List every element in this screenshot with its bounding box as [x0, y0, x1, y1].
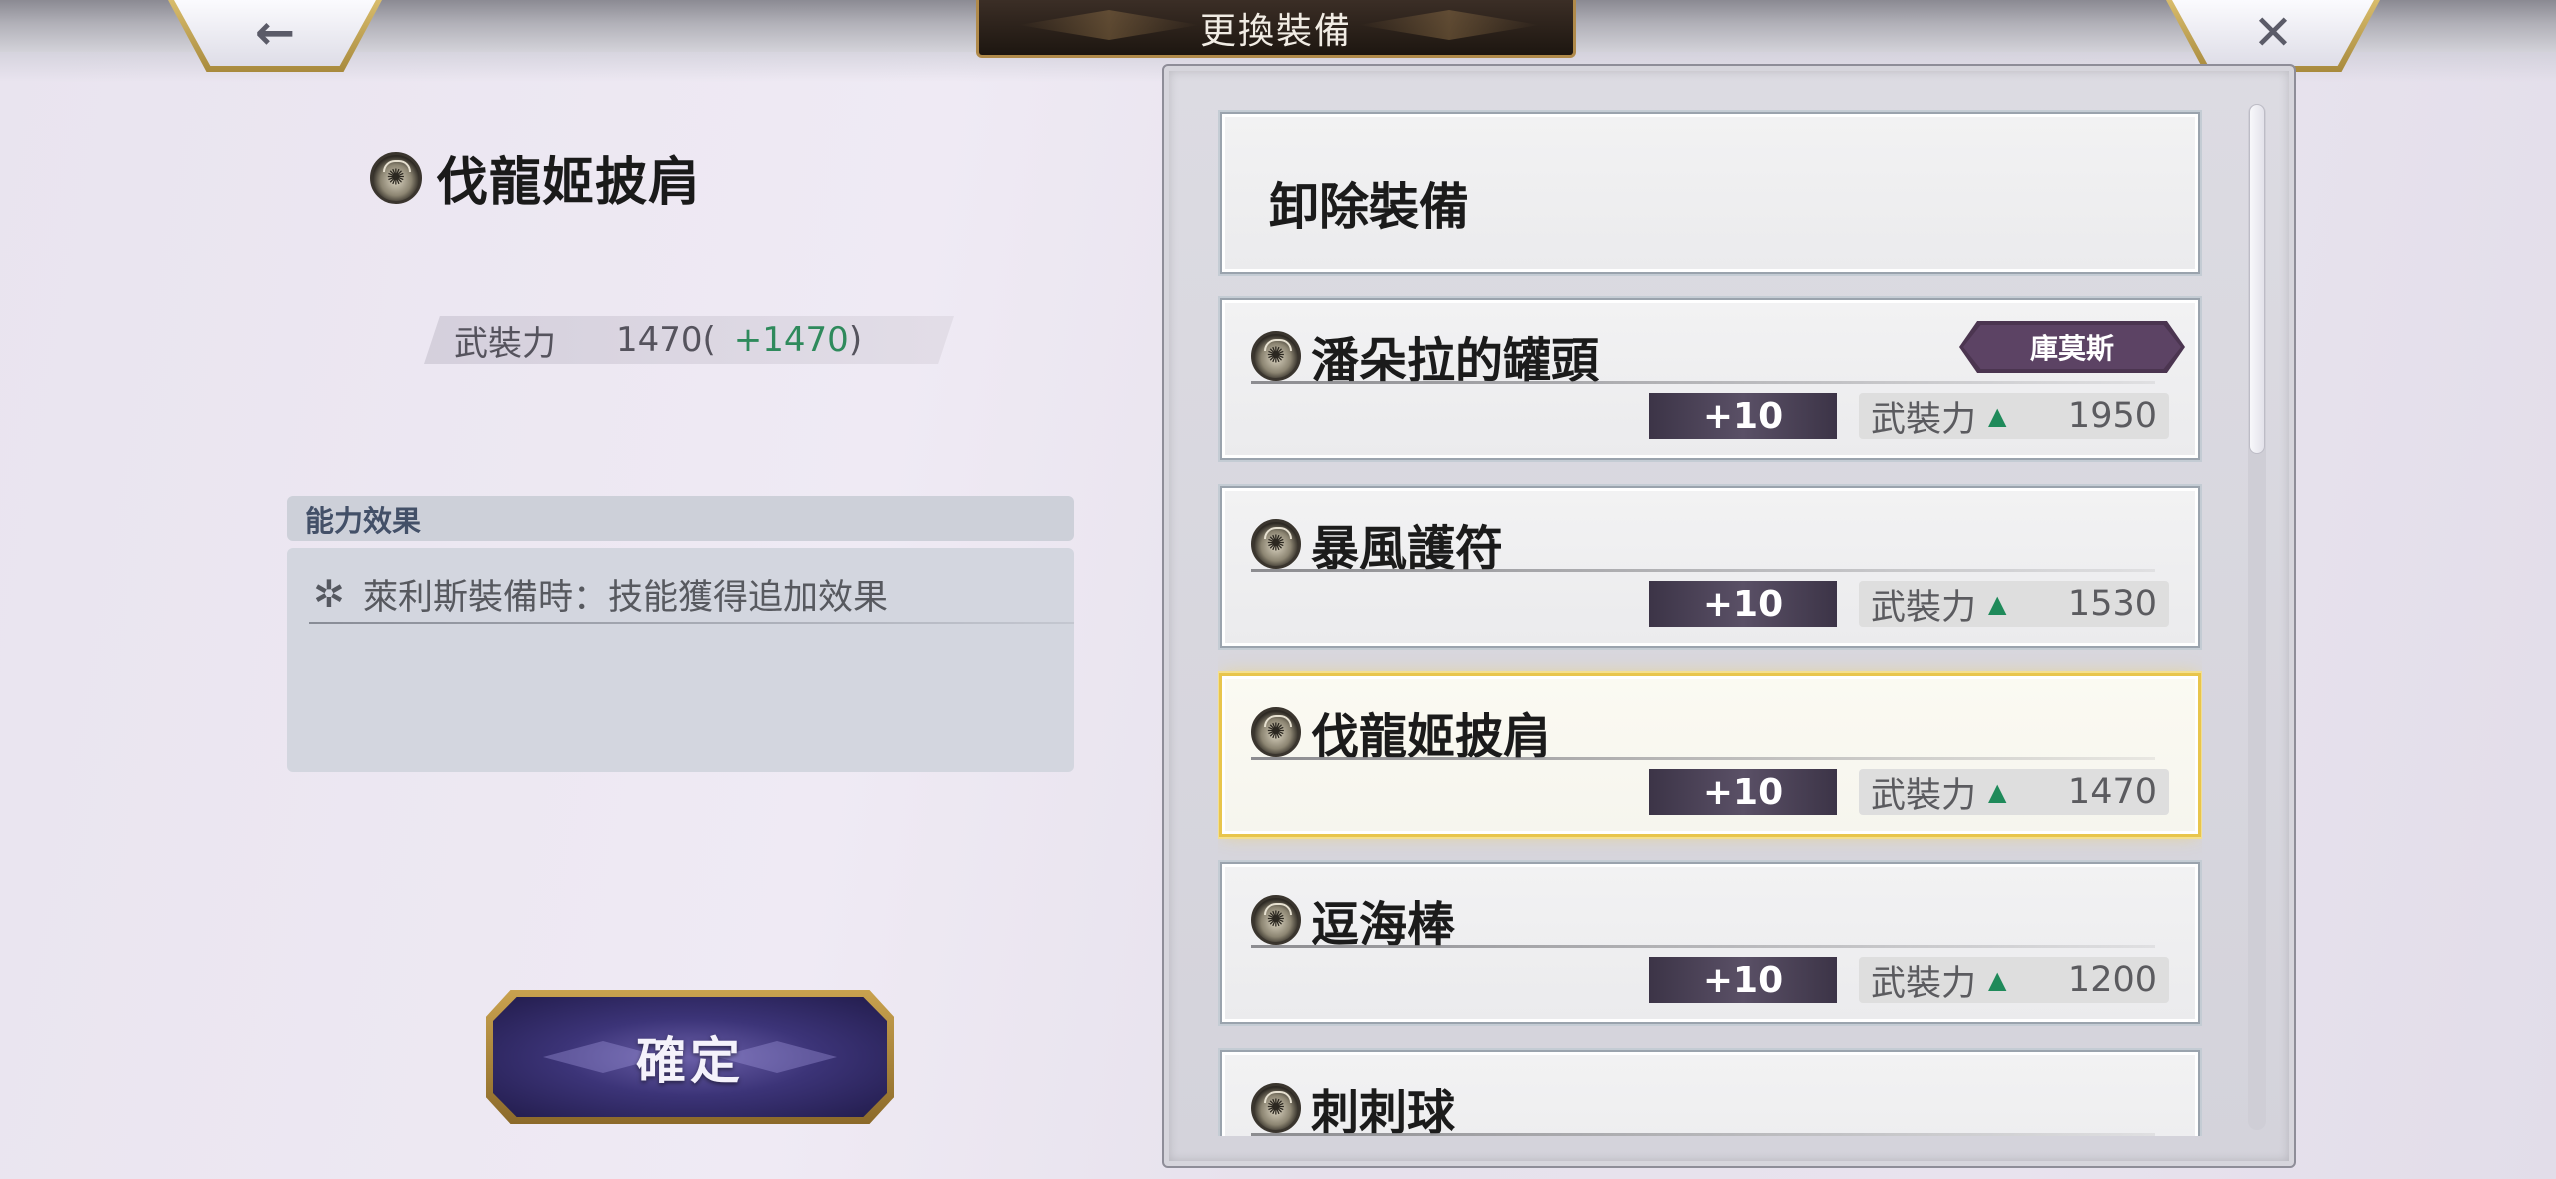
divider: [1251, 381, 2155, 384]
confirm-label: 確定: [636, 1031, 744, 1090]
ability-body: ✲ 萊利斯裝備時：技能獲得追加效果: [287, 548, 1074, 772]
close-icon: ✕: [2252, 5, 2294, 61]
confirm-button[interactable]: 確定: [486, 990, 894, 1124]
divider: [1251, 757, 2155, 760]
equipment-name: 刺刺球: [1311, 1085, 1456, 1136]
ability-header: 能力效果: [287, 496, 1074, 541]
selected-power-bar: 武裝力 1470( +1470 ): [424, 316, 954, 364]
unequip-label: 卸除裝備: [1269, 177, 1469, 236]
power-value: 1530: [2067, 584, 2157, 624]
power-value: 1950: [2067, 396, 2157, 436]
power-value: 1200: [2067, 960, 2157, 1000]
scrollbar-thumb[interactable]: [2249, 104, 2265, 454]
power-value: 1470(: [616, 320, 716, 360]
power-box: 武裝力 ▲ 1950: [1859, 393, 2169, 440]
equipment-card-selected[interactable]: 伐龍姬披肩 +10 武裝力 ▲ 1470: [1219, 673, 2201, 837]
power-label: 武裝力: [1871, 399, 1977, 440]
accessory-pouch-icon: [370, 151, 422, 204]
power-label: 武裝力: [1871, 775, 1977, 816]
enhance-level-badge: +10: [1649, 581, 1837, 627]
ability-line: ✲ 萊利斯裝備時：技能獲得追加效果: [309, 568, 1074, 624]
up-arrow-icon: ▲: [1988, 778, 2007, 806]
selected-equipment-name: 伐龍姬披肩: [436, 152, 702, 213]
enhance-level-badge: +10: [1649, 393, 1837, 439]
enhance-level-badge: +10: [1649, 769, 1837, 815]
accessory-pouch-icon: [1251, 519, 1301, 569]
power-box: 武裝力 ▲ 1470: [1859, 769, 2169, 816]
accessory-pouch-icon: [1251, 331, 1301, 381]
power-box: 武裝力 ▲ 1530: [1859, 581, 2169, 628]
title-deco-left: [1019, 10, 1199, 40]
power-value: 1470: [2067, 772, 2157, 812]
enhance-level-badge: +10: [1649, 957, 1837, 1003]
equipment-list[interactable]: 卸除裝備 潘朵拉的罐頭 庫莫斯 +10 武裝力 ▲ 1950 暴風護符 +10 …: [1218, 110, 2202, 1136]
ability-text: 萊利斯裝備時：技能獲得追加效果: [363, 577, 889, 618]
up-arrow-icon: ▲: [1988, 402, 2007, 430]
equipment-card[interactable]: 逗海棒 +10 武裝力 ▲ 1200: [1220, 862, 2200, 1024]
divider: [1251, 945, 2155, 948]
power-bonus: +1470: [733, 320, 849, 360]
equipment-card[interactable]: 潘朵拉的罐頭 庫莫斯 +10 武裝力 ▲ 1950: [1220, 298, 2200, 460]
power-label: 武裝力: [1871, 963, 1977, 1004]
divider: [1251, 569, 2155, 572]
close-button[interactable]: ✕: [2166, 0, 2380, 72]
accessory-pouch-icon: [1251, 1083, 1301, 1133]
selected-equipment-header: 伐龍姬披肩: [370, 140, 701, 215]
power-label: 武裝力: [1871, 587, 1977, 628]
up-arrow-icon: ▲: [1988, 590, 2007, 618]
ability-header-label: 能力效果: [305, 503, 422, 538]
character-tag: 庫莫斯: [1959, 321, 2185, 373]
character-tag-label: 庫莫斯: [2029, 332, 2114, 365]
title-tab: 更換裝備: [976, 0, 1576, 58]
power-label: 武裝力: [454, 323, 556, 364]
power-close-paren: ): [848, 320, 863, 360]
back-button[interactable]: ←: [168, 0, 382, 72]
title-deco-right: [1359, 10, 1539, 40]
up-arrow-icon: ▲: [1988, 966, 2007, 994]
equipment-card[interactable]: 刺刺球: [1220, 1050, 2200, 1136]
power-box: 武裝力 ▲ 1200: [1859, 957, 2169, 1004]
accessory-pouch-icon: [1251, 707, 1301, 757]
spark-icon: ✲: [313, 572, 345, 616]
page-title: 更換裝備: [1199, 10, 1352, 52]
back-arrow-icon: ←: [254, 5, 296, 61]
accessory-pouch-icon: [1251, 895, 1301, 945]
equipment-card[interactable]: 暴風護符 +10 武裝力 ▲ 1530: [1220, 486, 2200, 648]
unequip-card[interactable]: 卸除裝備: [1220, 112, 2200, 274]
divider: [1251, 1133, 2155, 1136]
